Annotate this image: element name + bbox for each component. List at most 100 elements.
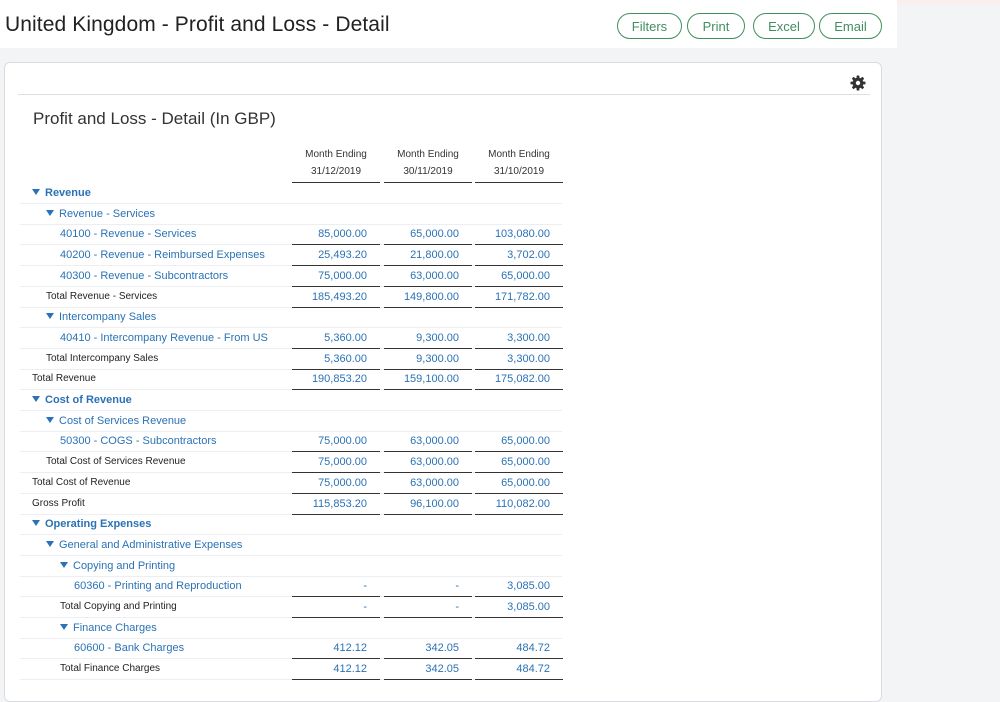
row-label: Intercompany Sales (59, 311, 157, 324)
amount-cell[interactable]: 342.05 (384, 638, 472, 660)
amount-cell[interactable]: 5,360.00 (292, 328, 380, 349)
row-label: Total Copying and Printing (60, 601, 177, 612)
page-header: United Kingdom - Profit and Loss - Detai… (0, 0, 897, 48)
amount-cell[interactable]: 9,300.00 (384, 328, 472, 349)
column-header-label: Month Ending (397, 149, 459, 160)
row-label: General and Administrative Expenses (59, 538, 243, 551)
amount-cell: 96,100.00 (384, 494, 472, 515)
column-header-date: 30/11/2019 (403, 166, 453, 177)
amount-cell[interactable]: 65,000.00 (475, 266, 563, 287)
triangle-down-icon[interactable] (60, 623, 68, 630)
row-label: Gross Profit (32, 497, 85, 509)
amount-cell: - (384, 576, 472, 598)
account-link[interactable]: 60600 - Bank Charges (74, 638, 184, 659)
amount-cell[interactable]: 3,085.00 (475, 576, 563, 598)
triangle-down-icon[interactable] (60, 561, 68, 568)
triangle-down-icon[interactable] (46, 209, 54, 216)
group-toggle[interactable]: Revenue (32, 183, 91, 204)
triangle-down-icon[interactable] (32, 520, 40, 527)
excel-button[interactable]: Excel (753, 13, 815, 39)
group-toggle[interactable]: Revenue - Services (46, 204, 155, 225)
account-row: 60360 - Printing and Reproduction - -3,085… (20, 576, 563, 598)
group-toggle[interactable]: General and Administrative Expenses (46, 535, 242, 556)
row-label: 40200 - Revenue - Reimbursed Expenses (60, 249, 265, 262)
row-label: 40300 - Revenue - Subcontractors (60, 269, 229, 282)
group-toggle[interactable]: Operating Expenses (32, 514, 151, 535)
amount-cell[interactable]: 412.12 (292, 638, 380, 660)
amount-cell[interactable]: 65,000.00 (384, 224, 472, 246)
group-toggle[interactable]: Finance Charges (60, 618, 157, 639)
account-link[interactable]: 50300 - COGS - Subcontractors (60, 431, 217, 452)
row-label: 60600 - Bank Charges (74, 642, 185, 655)
group-toggle[interactable]: Intercompany Sales (46, 307, 156, 328)
row-label: Revenue - Services (59, 207, 155, 220)
group-row: Finance Charges (20, 618, 562, 639)
triangle-down-icon[interactable] (32, 396, 40, 402)
amount-cell[interactable]: 85,000.00 (292, 224, 380, 246)
amount-cell (384, 204, 472, 225)
amount-cell[interactable]: 63,000.00 (384, 266, 472, 287)
triangle-down-icon[interactable] (46, 540, 54, 547)
account-link[interactable]: 40100 - Revenue - Services (60, 224, 196, 245)
group-toggle[interactable]: Cost of Revenue (32, 390, 132, 411)
amount-cell (475, 535, 563, 556)
amount-cell[interactable]: 75,000.00 (292, 266, 380, 287)
amount-cell (475, 556, 563, 577)
amount-cell (384, 390, 472, 411)
report-title: Profit and Loss - Detail (In GBP) (33, 109, 276, 128)
column-header-label: Month Ending (488, 149, 550, 160)
group-toggle[interactable]: Copying and Printing (60, 556, 175, 577)
amount-cell (292, 556, 380, 577)
account-link[interactable]: 40410 - Intercompany Revenue - From US (60, 328, 268, 349)
total-label: Total Cost of Revenue (32, 473, 130, 494)
column-header-date: 31/12/2019 (310, 166, 362, 177)
account-row: 40100 - Revenue - Services 85,000.00 65,00… (20, 224, 563, 246)
account-link[interactable]: 40200 - Revenue - Reimbursed Expenses (60, 245, 265, 266)
account-link[interactable]: 60360 - Printing and Reproduction (74, 576, 242, 597)
amount-cell[interactable]: 65,000.00 (475, 431, 563, 453)
amount-cell (292, 618, 380, 639)
email-button[interactable]: Email (819, 13, 882, 39)
amount-cell: 110,082.00 (475, 494, 563, 515)
amount-cell (384, 411, 472, 432)
amount-cell (475, 514, 563, 535)
total-row: Total Revenue - Services 185,493.20 149,80… (20, 287, 563, 308)
account-link[interactable]: 40300 - Revenue - Subcontractors (60, 266, 228, 287)
group-row: Copying and Printing (20, 556, 562, 577)
group-row: Revenue (20, 183, 562, 204)
amount-cell (475, 618, 563, 639)
amount-cell (292, 411, 380, 432)
group-toggle[interactable]: Cost of Services Revenue (46, 411, 186, 432)
triangle-down-icon[interactable] (46, 416, 54, 423)
account-row: 40300 - Revenue - Subcontractors 75,000.0… (20, 266, 563, 287)
amount-cell (475, 183, 563, 204)
amount-cell[interactable]: 63,000.00 (384, 431, 472, 453)
amount-cell: 159,100.00 (384, 369, 472, 391)
amount-cell[interactable]: 3,702.00 (475, 245, 563, 267)
row-label: Total Intercompany Sales (46, 352, 159, 364)
amount-cell[interactable]: 484.72 (475, 638, 563, 660)
group-row: Revenue - Services (20, 204, 562, 225)
amount-cell[interactable]: 103,080.00 (475, 224, 563, 246)
amount-cell: - (384, 597, 472, 618)
total-row: Total Copying and Printing - -3,085.00 (20, 597, 563, 618)
amount-cell[interactable]: 21,800.00 (384, 245, 472, 267)
amount-cell (292, 390, 380, 411)
total-label: Total Cost of Services Revenue (46, 452, 186, 473)
gear-icon[interactable] (850, 75, 866, 91)
row-label: Revenue (45, 187, 91, 199)
amount-cell: 190,853.20 (292, 369, 380, 391)
amount-cell (292, 183, 380, 204)
triangle-down-icon[interactable] (32, 189, 40, 195)
amount-cell[interactable]: 75,000.00 (292, 431, 380, 453)
filters-button[interactable]: Filters (617, 13, 682, 39)
print-button[interactable]: Print (687, 13, 745, 39)
amount-cell (475, 307, 563, 328)
amount-cell[interactable]: 3,300.00 (475, 328, 563, 349)
row-label: Finance Charges (73, 621, 157, 634)
triangle-down-icon[interactable] (46, 313, 54, 320)
account-row: 60600 - Bank Charges 412.12 342.05 484.72 (20, 638, 563, 660)
amount-cell (292, 514, 380, 535)
amount-cell (384, 183, 472, 204)
amount-cell[interactable]: 25,493.20 (292, 245, 380, 267)
